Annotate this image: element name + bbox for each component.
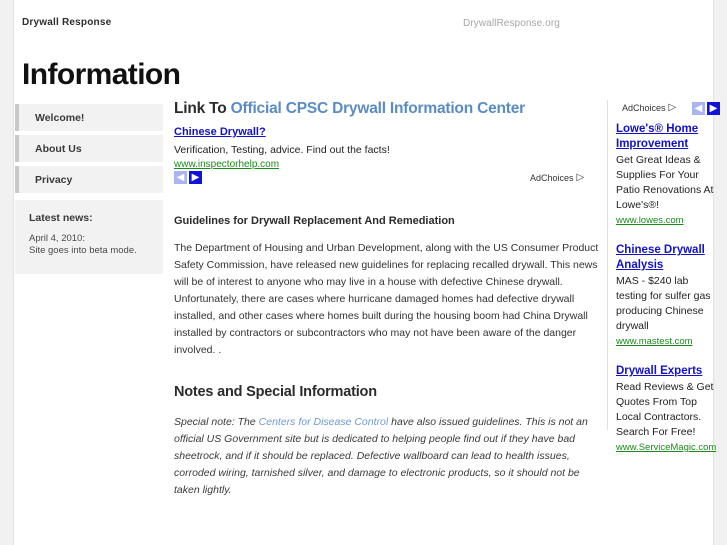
chevron-left-icon[interactable]: ◀ [692, 102, 705, 115]
inline-ad-description: Verification, Testing, advice. Find out … [174, 144, 390, 156]
cpsc-information-center-link[interactable]: Official CPSC Drywall Information Center [231, 100, 526, 117]
sidebar: Welcome! About Us Privacy Latest news: A… [15, 104, 163, 274]
notes-text-part2: have also issued guidelines. This is not… [174, 416, 588, 496]
notes-heading: Notes and Special Information [174, 384, 377, 400]
inline-ad-adchoices[interactable]: AdChoices ▷ [530, 172, 585, 184]
site-domain-label: DrywallResponse.org [463, 18, 560, 29]
rail-ad-url[interactable]: www.ServiceMagic.com [616, 441, 720, 454]
notes-body: Special note: The Centers for Disease Co… [174, 414, 599, 499]
latest-news-body: April 4, 2010: Site goes into beta mode. [29, 233, 149, 257]
notes-text-part1: Special note: The [174, 416, 259, 428]
rail-ad-chinese-drywall-analysis: Chinese Drywall Analysis MAS - $240 lab … [616, 243, 720, 348]
rail-adchoices[interactable]: AdChoices ▷ [622, 102, 677, 114]
rail-adchoices-label: AdChoices [622, 103, 666, 113]
main-content: Link To Official CPSC Drywall Informatio… [174, 100, 599, 499]
rail-ad-url[interactable]: www.lowes.com [616, 214, 720, 227]
adchoices-triangle-icon: ▷ [668, 102, 677, 113]
sidebar-item-welcome[interactable]: Welcome! [15, 104, 163, 131]
rail-ad-pager: ◀ ▶ [692, 102, 720, 115]
rail-ad-description: Get Great Ideas & Supplies For Your Pati… [616, 154, 714, 211]
inline-adchoices-label: AdChoices [530, 173, 574, 183]
rail-ad-drywall-experts: Drywall Experts Read Reviews & Get Quote… [616, 364, 720, 454]
page-title: Information [22, 58, 181, 91]
rail-ad-title-link[interactable]: Chinese Drywall Analysis [616, 243, 720, 273]
chevron-left-icon[interactable]: ◀ [174, 171, 187, 184]
inline-ad-title-link[interactable]: Chinese Drywall? [174, 126, 266, 138]
inline-ad-pager: ◀ ▶ [174, 171, 202, 184]
rail-ad-title-link[interactable]: Drywall Experts [616, 364, 720, 379]
latest-news-box: Latest news: April 4, 2010: Site goes in… [15, 200, 163, 274]
centers-for-disease-control-link[interactable]: Centers for Disease Control [259, 416, 389, 428]
site-brand[interactable]: Drywall Response [22, 17, 111, 28]
rail-ad-lowes: Lowe's® Home Improvement Get Great Ideas… [616, 122, 720, 227]
latest-news-heading: Latest news: [29, 212, 93, 224]
sidebar-item-about-us[interactable]: About Us [15, 135, 163, 162]
right-ad-rail: AdChoices ▷ ◀ ▶ Lowe's® Home Improvement… [616, 100, 720, 470]
inline-ad-unit: Chinese Drywall? Verification, Testing, … [174, 126, 599, 198]
sidebar-item-label: Privacy [35, 173, 73, 186]
sidebar-item-label: About Us [35, 142, 82, 155]
rail-ad-description: Read Reviews & Get Quotes From Top Local… [616, 381, 714, 438]
page-root: Drywall Response DrywallResponse.org Inf… [0, 0, 727, 545]
chevron-right-icon[interactable]: ▶ [707, 102, 720, 115]
sidebar-item-label: Welcome! [35, 111, 85, 124]
main-heading-prefix: Link To [174, 100, 231, 117]
main-heading: Link To Official CPSC Drywall Informatio… [174, 100, 599, 118]
rail-ad-description: MAS - $240 lab testing for sulfer gas pr… [616, 275, 711, 332]
rail-ad-header: AdChoices ▷ ◀ ▶ [616, 100, 720, 122]
adchoices-triangle-icon: ▷ [576, 172, 585, 183]
top-bar: Drywall Response DrywallResponse.org [15, 0, 713, 44]
guidelines-heading: Guidelines for Drywall Replacement And R… [174, 215, 455, 227]
chevron-right-icon[interactable]: ▶ [189, 171, 202, 184]
rail-ad-url[interactable]: www.mastest.com [616, 335, 720, 348]
latest-news-date: April 4, 2010: [29, 233, 85, 244]
guidelines-body: The Department of Housing and Urban Deve… [174, 242, 599, 356]
rail-ad-title-link[interactable]: Lowe's® Home Improvement [616, 122, 720, 152]
content-rail-divider [607, 100, 608, 430]
page-gutter-left [0, 0, 14, 545]
latest-news-text: Site goes into beta mode. [29, 245, 137, 256]
sidebar-item-privacy[interactable]: Privacy [15, 166, 163, 193]
inline-ad-url[interactable]: www.inspectorhelp.com [174, 159, 279, 170]
